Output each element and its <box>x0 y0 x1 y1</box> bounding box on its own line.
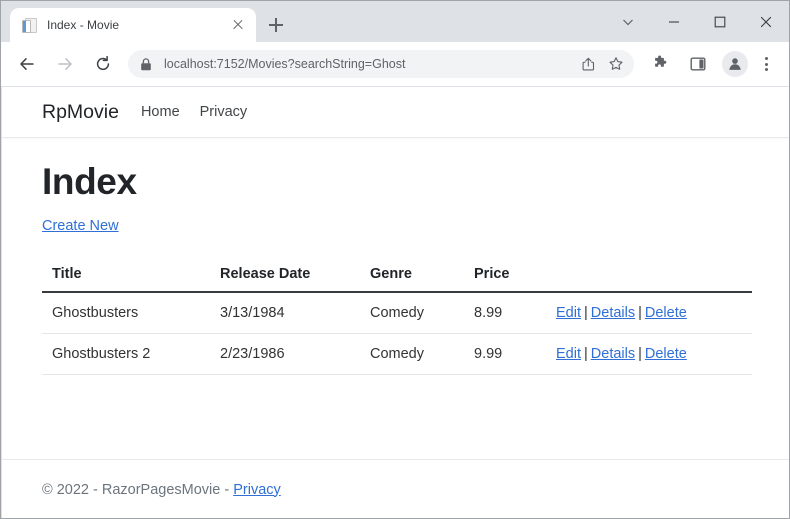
cell-actions: Edit | Details | Delete <box>546 291 752 334</box>
window-controls <box>605 1 789 42</box>
browser-window: Index - Movie localhost:7152/Movies?sear… <box>0 0 790 519</box>
browser-toolbar: localhost:7152/Movies?searchString=Ghost <box>1 42 789 86</box>
account-avatar-icon[interactable] <box>722 51 748 77</box>
tab-strip: Index - Movie <box>1 1 789 42</box>
table-body: Ghostbusters 3/13/1984 Comedy 8.99 Edit |… <box>42 291 752 375</box>
footer-text: © 2022 - RazorPagesMovie - Privacy <box>42 482 281 498</box>
table-row: Ghostbusters 3/13/1984 Comedy 8.99 Edit |… <box>42 291 752 334</box>
details-link[interactable]: Details <box>591 305 635 321</box>
address-bar[interactable]: localhost:7152/Movies?searchString=Ghost <box>128 50 634 78</box>
nav-link-privacy[interactable]: Privacy <box>200 104 248 120</box>
footer-copyright: © 2022 - RazorPagesMovie - <box>42 481 234 498</box>
chevron-down-icon[interactable] <box>605 5 651 39</box>
action-separator: | <box>638 345 642 362</box>
cell-title: Ghostbusters <box>42 291 210 334</box>
puzzle-icon[interactable] <box>645 49 675 79</box>
plus-icon[interactable] <box>262 11 290 39</box>
three-dot-menu-icon[interactable] <box>753 49 779 79</box>
page-viewport: RpMovie Home Privacy Index Create New Ti… <box>2 87 789 518</box>
document-icon <box>21 17 38 34</box>
cell-release-date: 2/23/1986 <box>210 333 360 375</box>
page-title: Index <box>42 161 137 202</box>
column-header-title: Title <box>42 259 210 293</box>
browser-tab[interactable]: Index - Movie <box>10 8 256 42</box>
action-separator: | <box>638 304 642 321</box>
omnibox-actions <box>576 51 630 77</box>
action-separator: | <box>584 345 588 362</box>
column-header-release-date: Release Date <box>210 259 360 293</box>
star-icon[interactable] <box>603 51 629 77</box>
cell-genre: Comedy <box>360 333 464 375</box>
arrow-right-icon[interactable] <box>50 49 80 79</box>
main-content: Index Create New Title Release Date Genr… <box>2 138 789 375</box>
cell-price: 9.99 <box>464 333 546 375</box>
reload-icon[interactable] <box>88 49 118 79</box>
cell-genre: Comedy <box>360 291 464 334</box>
action-separator: | <box>584 304 588 321</box>
tab-title: Index - Movie <box>47 18 120 32</box>
minimize-icon[interactable] <box>651 5 697 39</box>
table-header-row: Title Release Date Genre Price <box>42 259 752 293</box>
column-header-genre: Genre <box>360 259 464 293</box>
close-icon[interactable] <box>743 5 789 39</box>
details-link[interactable]: Details <box>591 346 635 362</box>
side-panel-icon[interactable] <box>683 49 713 79</box>
edit-link[interactable]: Edit <box>556 305 581 321</box>
delete-link[interactable]: Delete <box>645 346 687 362</box>
site-navbar: RpMovie Home Privacy <box>2 87 789 138</box>
site-footer: © 2022 - RazorPagesMovie - Privacy <box>2 459 789 518</box>
maximize-icon[interactable] <box>697 5 743 39</box>
table-row: Ghostbusters 2 2/23/1986 Comedy 9.99 Edi… <box>42 333 752 375</box>
cell-title: Ghostbusters 2 <box>42 333 210 375</box>
share-icon[interactable] <box>576 51 602 77</box>
cell-release-date: 3/13/1984 <box>210 291 360 334</box>
cell-actions: Edit | Details | Delete <box>546 333 752 375</box>
lock-icon[interactable] <box>140 56 154 72</box>
close-icon[interactable] <box>229 16 247 34</box>
url-text[interactable]: localhost:7152/Movies?searchString=Ghost <box>164 57 576 71</box>
nav-link-home[interactable]: Home <box>141 104 180 120</box>
cell-price: 8.99 <box>464 291 546 334</box>
footer-privacy-link[interactable]: Privacy <box>233 482 281 498</box>
arrow-left-icon[interactable] <box>12 49 42 79</box>
movies-table: Title Release Date Genre Price Ghostbust… <box>42 259 752 375</box>
site-brand[interactable]: RpMovie <box>42 101 119 124</box>
table-header: Title Release Date Genre Price <box>42 259 752 293</box>
column-header-price: Price <box>464 259 546 293</box>
nav-links: Home Privacy <box>141 104 267 120</box>
delete-link[interactable]: Delete <box>645 305 687 321</box>
edit-link[interactable]: Edit <box>556 346 581 362</box>
create-new-link[interactable]: Create New <box>42 218 119 234</box>
column-header-actions <box>546 259 752 293</box>
